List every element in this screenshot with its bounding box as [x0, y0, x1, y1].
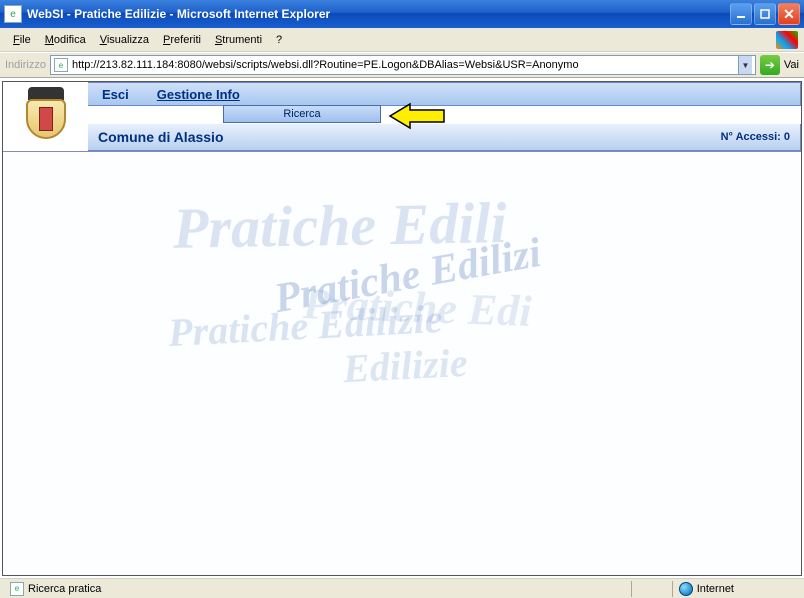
internet-zone-icon: [679, 582, 693, 596]
go-button[interactable]: ➔: [760, 55, 780, 75]
close-button[interactable]: ✕: [778, 3, 800, 25]
watermark-text: Pratiche Edi: [302, 278, 532, 337]
browser-viewport: Esci Gestione Info Ricerca Comune di Ala…: [0, 78, 804, 578]
menu-visualizza[interactable]: Visualizza: [93, 32, 156, 48]
address-label: Indirizzo: [5, 59, 46, 71]
menu-gestione-info[interactable]: Gestione Info: [143, 87, 254, 102]
submenu-ricerca[interactable]: Ricerca: [223, 105, 381, 123]
url-dropdown-icon[interactable]: ▼: [738, 56, 752, 74]
app-submenu-row: Ricerca: [88, 106, 801, 124]
app-header: Esci Gestione Info Ricerca Comune di Ala…: [3, 82, 801, 152]
security-zone-panel: Internet: [673, 582, 740, 596]
annotation-arrow-icon: [388, 102, 448, 130]
page-content: Esci Gestione Info Ricerca Comune di Ala…: [2, 81, 802, 576]
menu-preferiti[interactable]: Preferiti: [156, 32, 208, 48]
go-label: Vai: [784, 59, 799, 71]
watermark-text: Pratiche Edilizie: [167, 295, 444, 356]
ie-logo-icon: [776, 31, 798, 49]
url-text: http://213.82.111.184:8080/websi/scripts…: [72, 59, 738, 71]
minimize-button[interactable]: [730, 3, 752, 25]
address-bar: Indirizzo e http://213.82.111.184:8080/w…: [0, 52, 804, 78]
watermark-text: Edilizie: [342, 339, 469, 392]
app-icon: e: [4, 5, 22, 23]
status-text: Ricerca pratica: [28, 583, 101, 595]
menu-modifica[interactable]: Modifica: [38, 32, 93, 48]
browser-menubar: File Modifica Visualizza Preferiti Strum…: [0, 28, 804, 52]
menu-esci[interactable]: Esci: [88, 87, 143, 102]
watermark-text: Pratiche Edili: [172, 189, 507, 262]
content-body: Pratiche Edili Pratiche Edilizi Pratiche…: [3, 152, 801, 575]
page-icon: e: [54, 58, 68, 72]
menu-strumenti[interactable]: Strumenti: [208, 32, 269, 48]
access-counter: N° Accessi: 0: [721, 131, 790, 143]
menu-help[interactable]: ?: [269, 32, 289, 48]
municipality-logo: [3, 82, 88, 151]
status-left-panel: e Ricerca pratica: [4, 582, 107, 596]
zone-label: Internet: [697, 583, 734, 595]
window-buttons: ✕: [730, 3, 800, 25]
window-titlebar: e WebSI - Pratiche Edilizie - Microsoft …: [0, 0, 804, 28]
site-title: Comune di Alassio: [98, 129, 224, 145]
watermark-text: Pratiche Edilizi: [271, 229, 545, 323]
url-field[interactable]: e http://213.82.111.184:8080/websi/scrip…: [50, 55, 756, 75]
maximize-button[interactable]: [754, 3, 776, 25]
window-title: WebSI - Pratiche Edilizie - Microsoft In…: [27, 7, 730, 21]
status-bar: e Ricerca pratica Internet: [0, 578, 804, 598]
menu-file[interactable]: File: [6, 32, 38, 48]
page-icon: e: [10, 582, 24, 596]
